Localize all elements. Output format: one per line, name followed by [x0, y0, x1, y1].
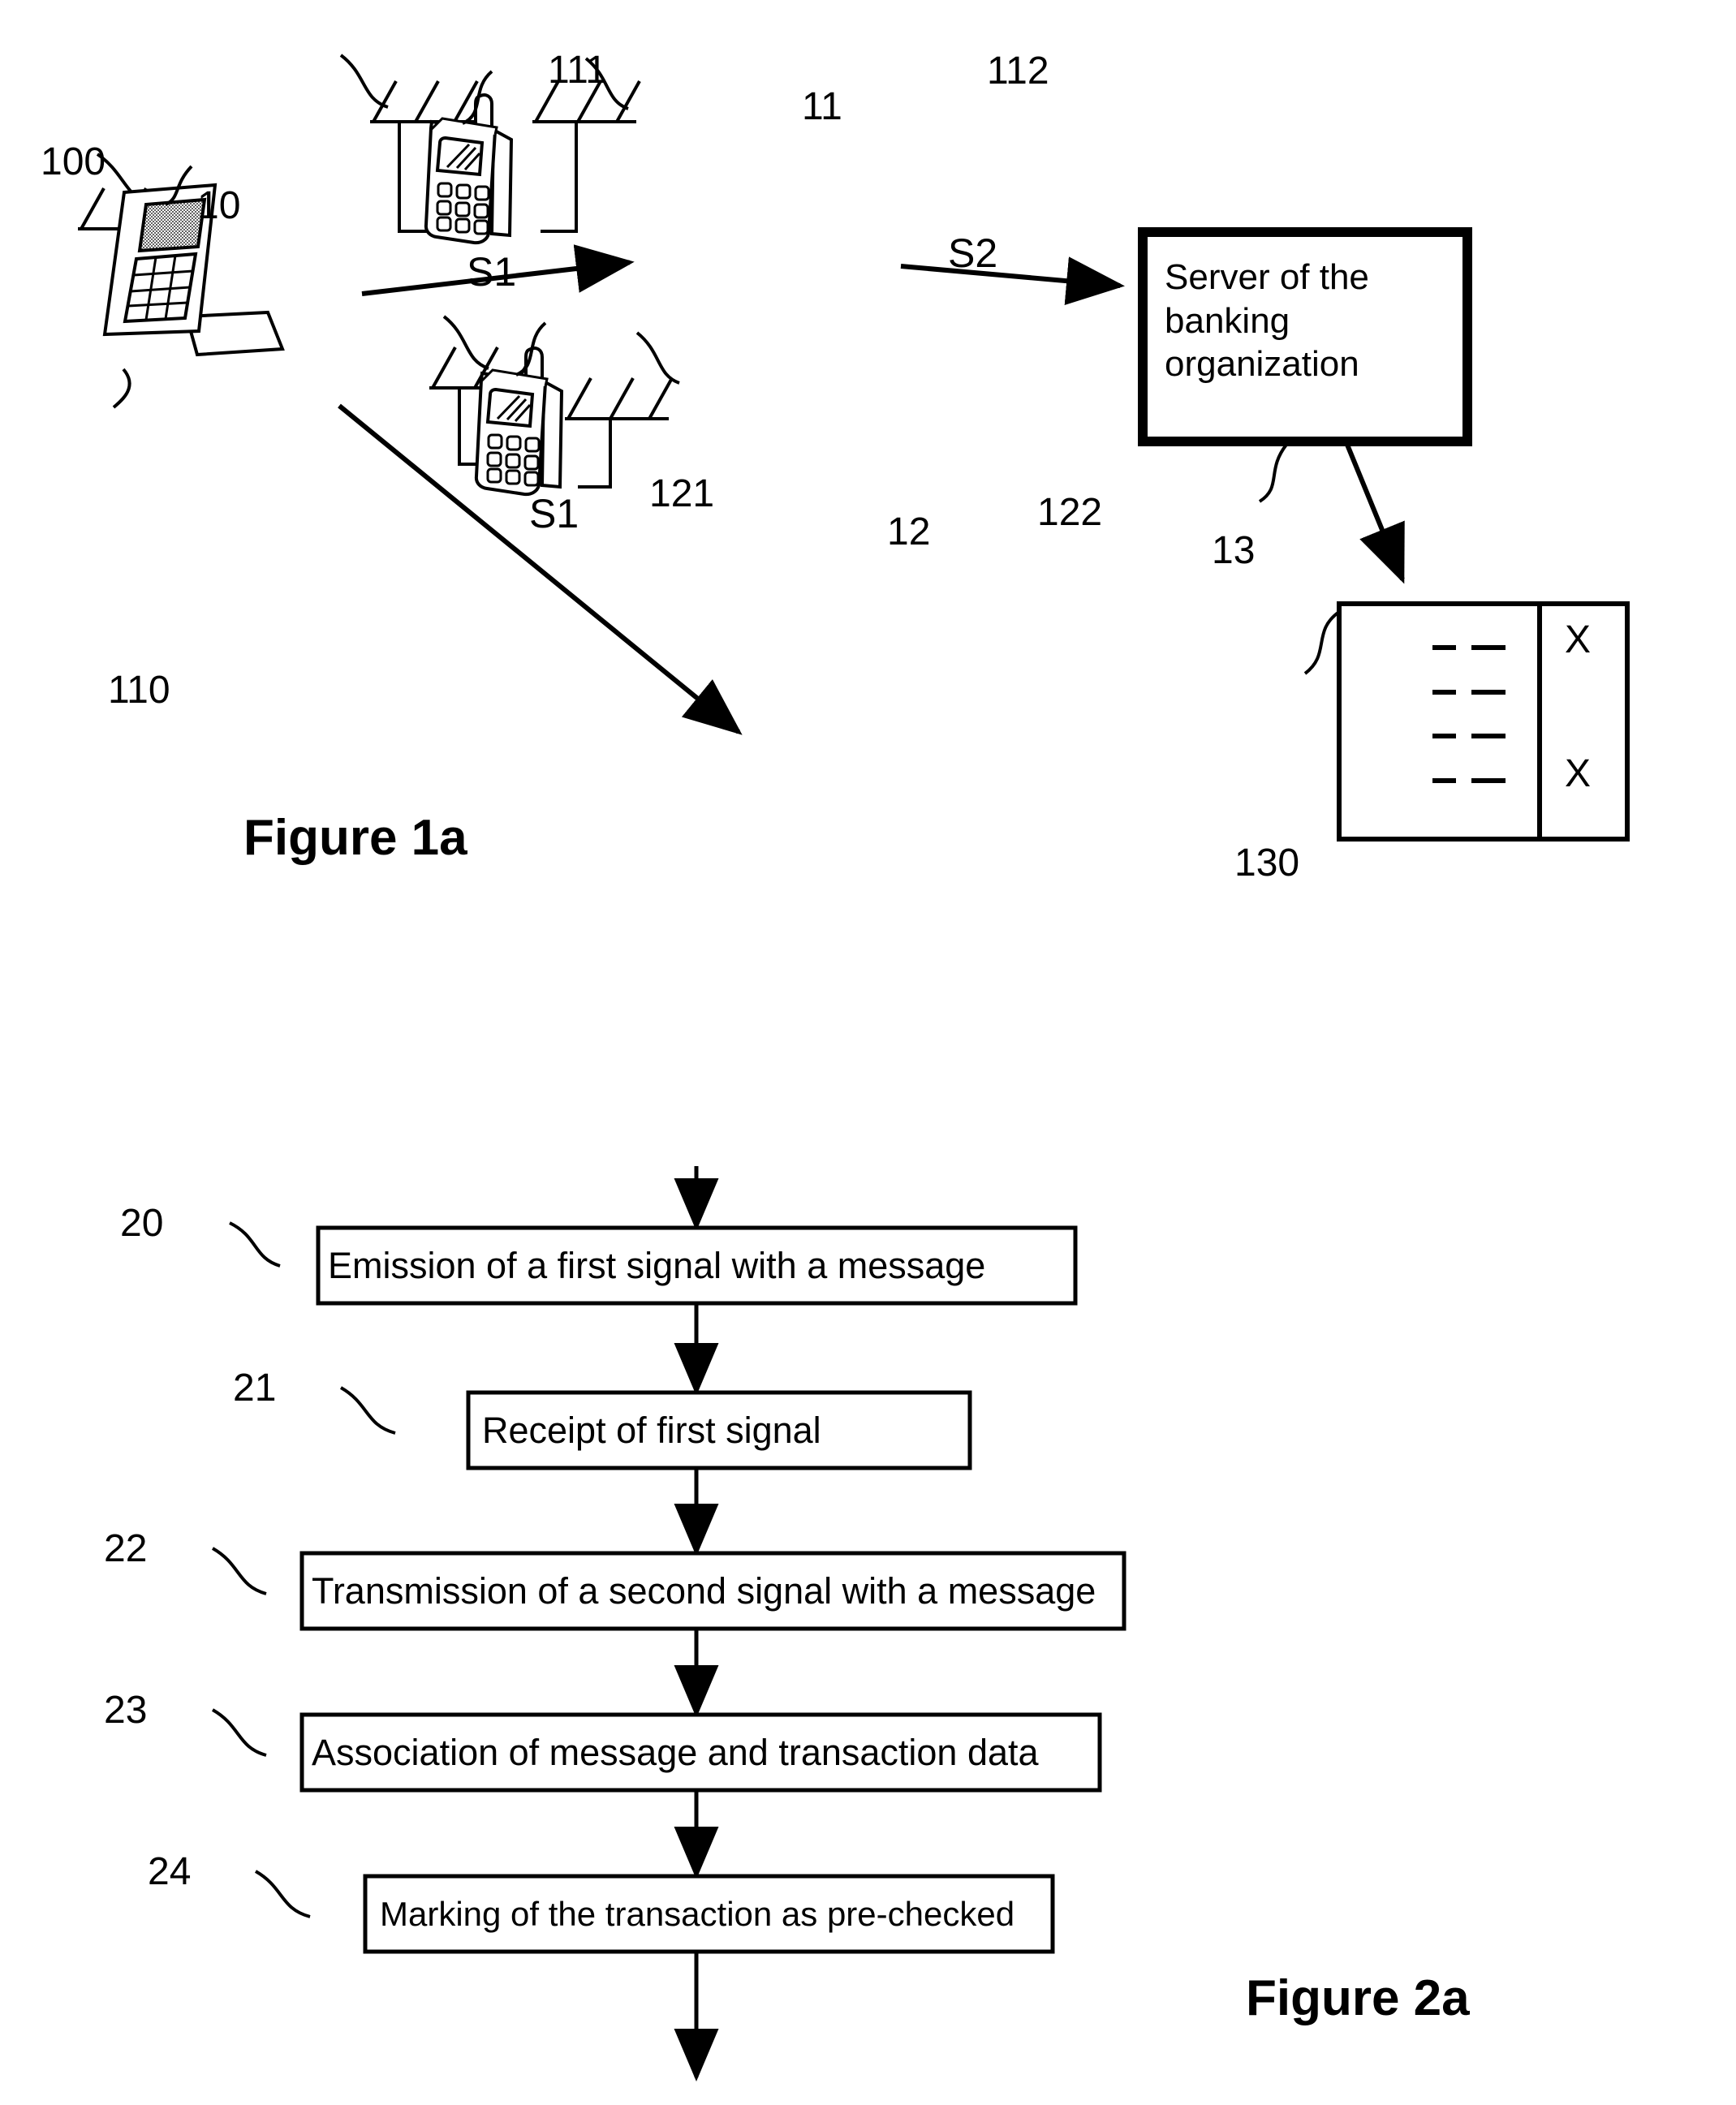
ref-label-24: 24: [148, 1850, 192, 1893]
signal-label-s2: S2: [948, 230, 998, 276]
antenna-icon-122: [565, 377, 674, 489]
ref-label-122: 122: [1037, 491, 1103, 534]
ref-label-23: 23: [104, 1689, 148, 1732]
ref-label-112: 112: [987, 50, 1049, 93]
flow-box-20-label: Emission of a first signal with a messag…: [328, 1245, 986, 1286]
ref-label-111: 111: [548, 49, 607, 92]
mobile-phone-icon-11: [424, 93, 514, 245]
ref-label-100: 100: [41, 140, 106, 183]
ref-label-13: 13: [1212, 529, 1256, 572]
signal-label-s1-phone2: S1: [529, 491, 579, 536]
ref-label-21: 21: [233, 1367, 277, 1410]
server-box-label: Server of the banking organization: [1165, 257, 1369, 385]
flow-box-21-label: Receipt of first signal: [482, 1410, 821, 1451]
record-mark-1: X: [1565, 618, 1592, 661]
ref-label-12: 12: [887, 510, 931, 553]
patent-drawing-sheet: 100 10 110 111 112 11 121 122 12 13 130 …: [0, 0, 1736, 2105]
signal-label-s1-phone1: S1: [467, 249, 517, 295]
figure-2a-caption: Figure 2a: [1246, 1970, 1470, 2026]
leader-line-130: [1303, 610, 1341, 675]
leader-line-111: [339, 54, 389, 109]
ref-label-22: 22: [104, 1527, 148, 1570]
ref-label-20: 20: [120, 1202, 164, 1245]
leader-line-21: [340, 1386, 396, 1435]
drawing-vector-layer: [78, 54, 1630, 2081]
payment-terminal-icon: [102, 183, 285, 357]
mobile-phone-icon-12: [474, 347, 564, 497]
ref-label-130: 130: [1234, 842, 1300, 885]
leader-line-23: [212, 1708, 267, 1757]
ref-label-110: 110: [108, 669, 170, 712]
leader-line-24: [255, 1870, 311, 1918]
signal-arrow-s2-server: [900, 256, 1125, 306]
leader-line-122: [635, 331, 680, 385]
ref-label-121: 121: [649, 472, 715, 515]
leader-line-110: [112, 368, 131, 409]
leader-line-20: [229, 1221, 281, 1268]
ref-label-10: 10: [197, 184, 241, 227]
flow-box-22-label: Transmission of a second signal with a m…: [312, 1570, 1096, 1612]
leader-line-13: [1258, 443, 1288, 503]
leader-line-121: [442, 315, 489, 370]
figure-1a-caption: Figure 1a: [243, 810, 467, 866]
flow-box-24-label: Marking of the transaction as pre-checke…: [380, 1895, 1015, 1933]
ref-label-11: 11: [802, 85, 842, 128]
record-mark-2: X: [1565, 752, 1592, 795]
record-arrow: [1345, 443, 1405, 584]
leader-line-22: [212, 1547, 267, 1595]
antenna-icon-112: [532, 80, 641, 233]
flow-box-23-label: Association of message and transaction d…: [312, 1732, 1039, 1773]
